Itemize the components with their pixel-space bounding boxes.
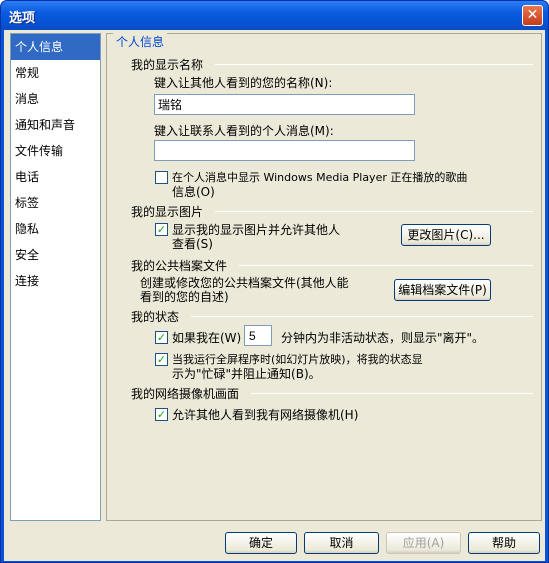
window-title: 选项 [9, 11, 36, 26]
title-bar[interactable]: 选项 ✕ [1, 1, 548, 30]
webcam-checkbox[interactable]: ✓ [155, 408, 168, 421]
apply-button[interactable]: 应用(A) [386, 532, 461, 554]
nav-item-security[interactable]: 安全 [11, 242, 100, 268]
webcam-heading: 我的网络摄像机画面 [131, 387, 240, 401]
close-button[interactable]: ✕ [522, 5, 543, 26]
panel-title: 个人信息 [113, 33, 168, 50]
section-divider [239, 265, 533, 266]
nav-item-tabs[interactable]: 标签 [11, 190, 100, 216]
section-divider [251, 393, 533, 394]
section-divider [215, 211, 533, 212]
show-picture-label-2: 查看(S) [172, 237, 213, 251]
webcam-label: 允许其他人看到我有网络摄像机(H) [172, 408, 359, 422]
category-list: 个人信息 常规 消息 通知和声音 文件传输 电话 标签 隐私 安全 连接 [10, 33, 101, 521]
idle-prefix-label: 如果我在(W) [172, 331, 242, 345]
help-button[interactable]: 帮助 [468, 532, 540, 554]
nav-item-messages[interactable]: 消息 [11, 86, 100, 112]
section-divider [191, 316, 533, 317]
show-music-label: 在个人消息中显示 Windows Media Player 正在播放的歌曲 [172, 171, 468, 184]
display-picture-heading: 我的显示图片 [131, 205, 204, 219]
nav-item-privacy[interactable]: 隐私 [11, 216, 100, 242]
cancel-button[interactable]: 取消 [304, 532, 379, 554]
message-label: 键入让联系人看到的个人消息(M): [154, 124, 334, 138]
status-heading: 我的状态 [131, 310, 180, 324]
idle-checkbox[interactable]: ✓ [155, 331, 168, 344]
nav-item-alerts-sounds[interactable]: 通知和声音 [11, 112, 100, 138]
public-profile-heading: 我的公共档案文件 [131, 259, 228, 273]
show-picture-checkbox[interactable]: ✓ [155, 223, 168, 236]
edit-profile-button[interactable]: 编辑档案文件(P) [394, 279, 491, 301]
nav-item-connection[interactable]: 连接 [11, 268, 100, 294]
name-label: 键入让其他人看到的您的名称(N): [154, 76, 333, 90]
dialog-body: 个人信息 常规 消息 通知和声音 文件传输 电话 标签 隐私 安全 连接 个人信… [4, 30, 545, 561]
show-music-label-2: 信息(O) [172, 185, 215, 199]
idle-suffix-label: 分钟内为非活动状态，则显示"离开"。 [281, 331, 485, 345]
nav-item-personal[interactable]: 个人信息 [11, 34, 100, 60]
display-name-heading: 我的显示名称 [131, 58, 204, 72]
personal-message-input[interactable] [154, 140, 415, 161]
nav-item-file-transfer[interactable]: 文件传输 [11, 138, 100, 164]
change-picture-button[interactable]: 更改图片(C)... [401, 224, 491, 246]
fullscreen-busy-checkbox[interactable]: ✓ [155, 353, 168, 366]
nav-item-general[interactable]: 常规 [11, 60, 100, 86]
personal-panel: 个人信息 我的显示名称 键入让其他人看到的您的名称(N): 键入让联系人看到的个… [106, 33, 542, 521]
display-name-input[interactable] [154, 94, 415, 115]
options-window: 选项 ✕ 个人信息 常规 消息 通知和声音 文件传输 电话 标签 隐私 安全 连… [0, 0, 549, 563]
show-music-checkbox[interactable] [155, 171, 168, 184]
idle-minutes-input[interactable] [244, 325, 272, 346]
fullscreen-busy-label-2: 示为"忙碌"并阻止通知(B)。 [172, 367, 321, 381]
ok-button[interactable]: 确定 [225, 532, 297, 554]
section-divider [215, 64, 533, 65]
profile-description-2: 看到的您的自述) [140, 290, 229, 304]
nav-item-phone[interactable]: 电话 [11, 164, 100, 190]
